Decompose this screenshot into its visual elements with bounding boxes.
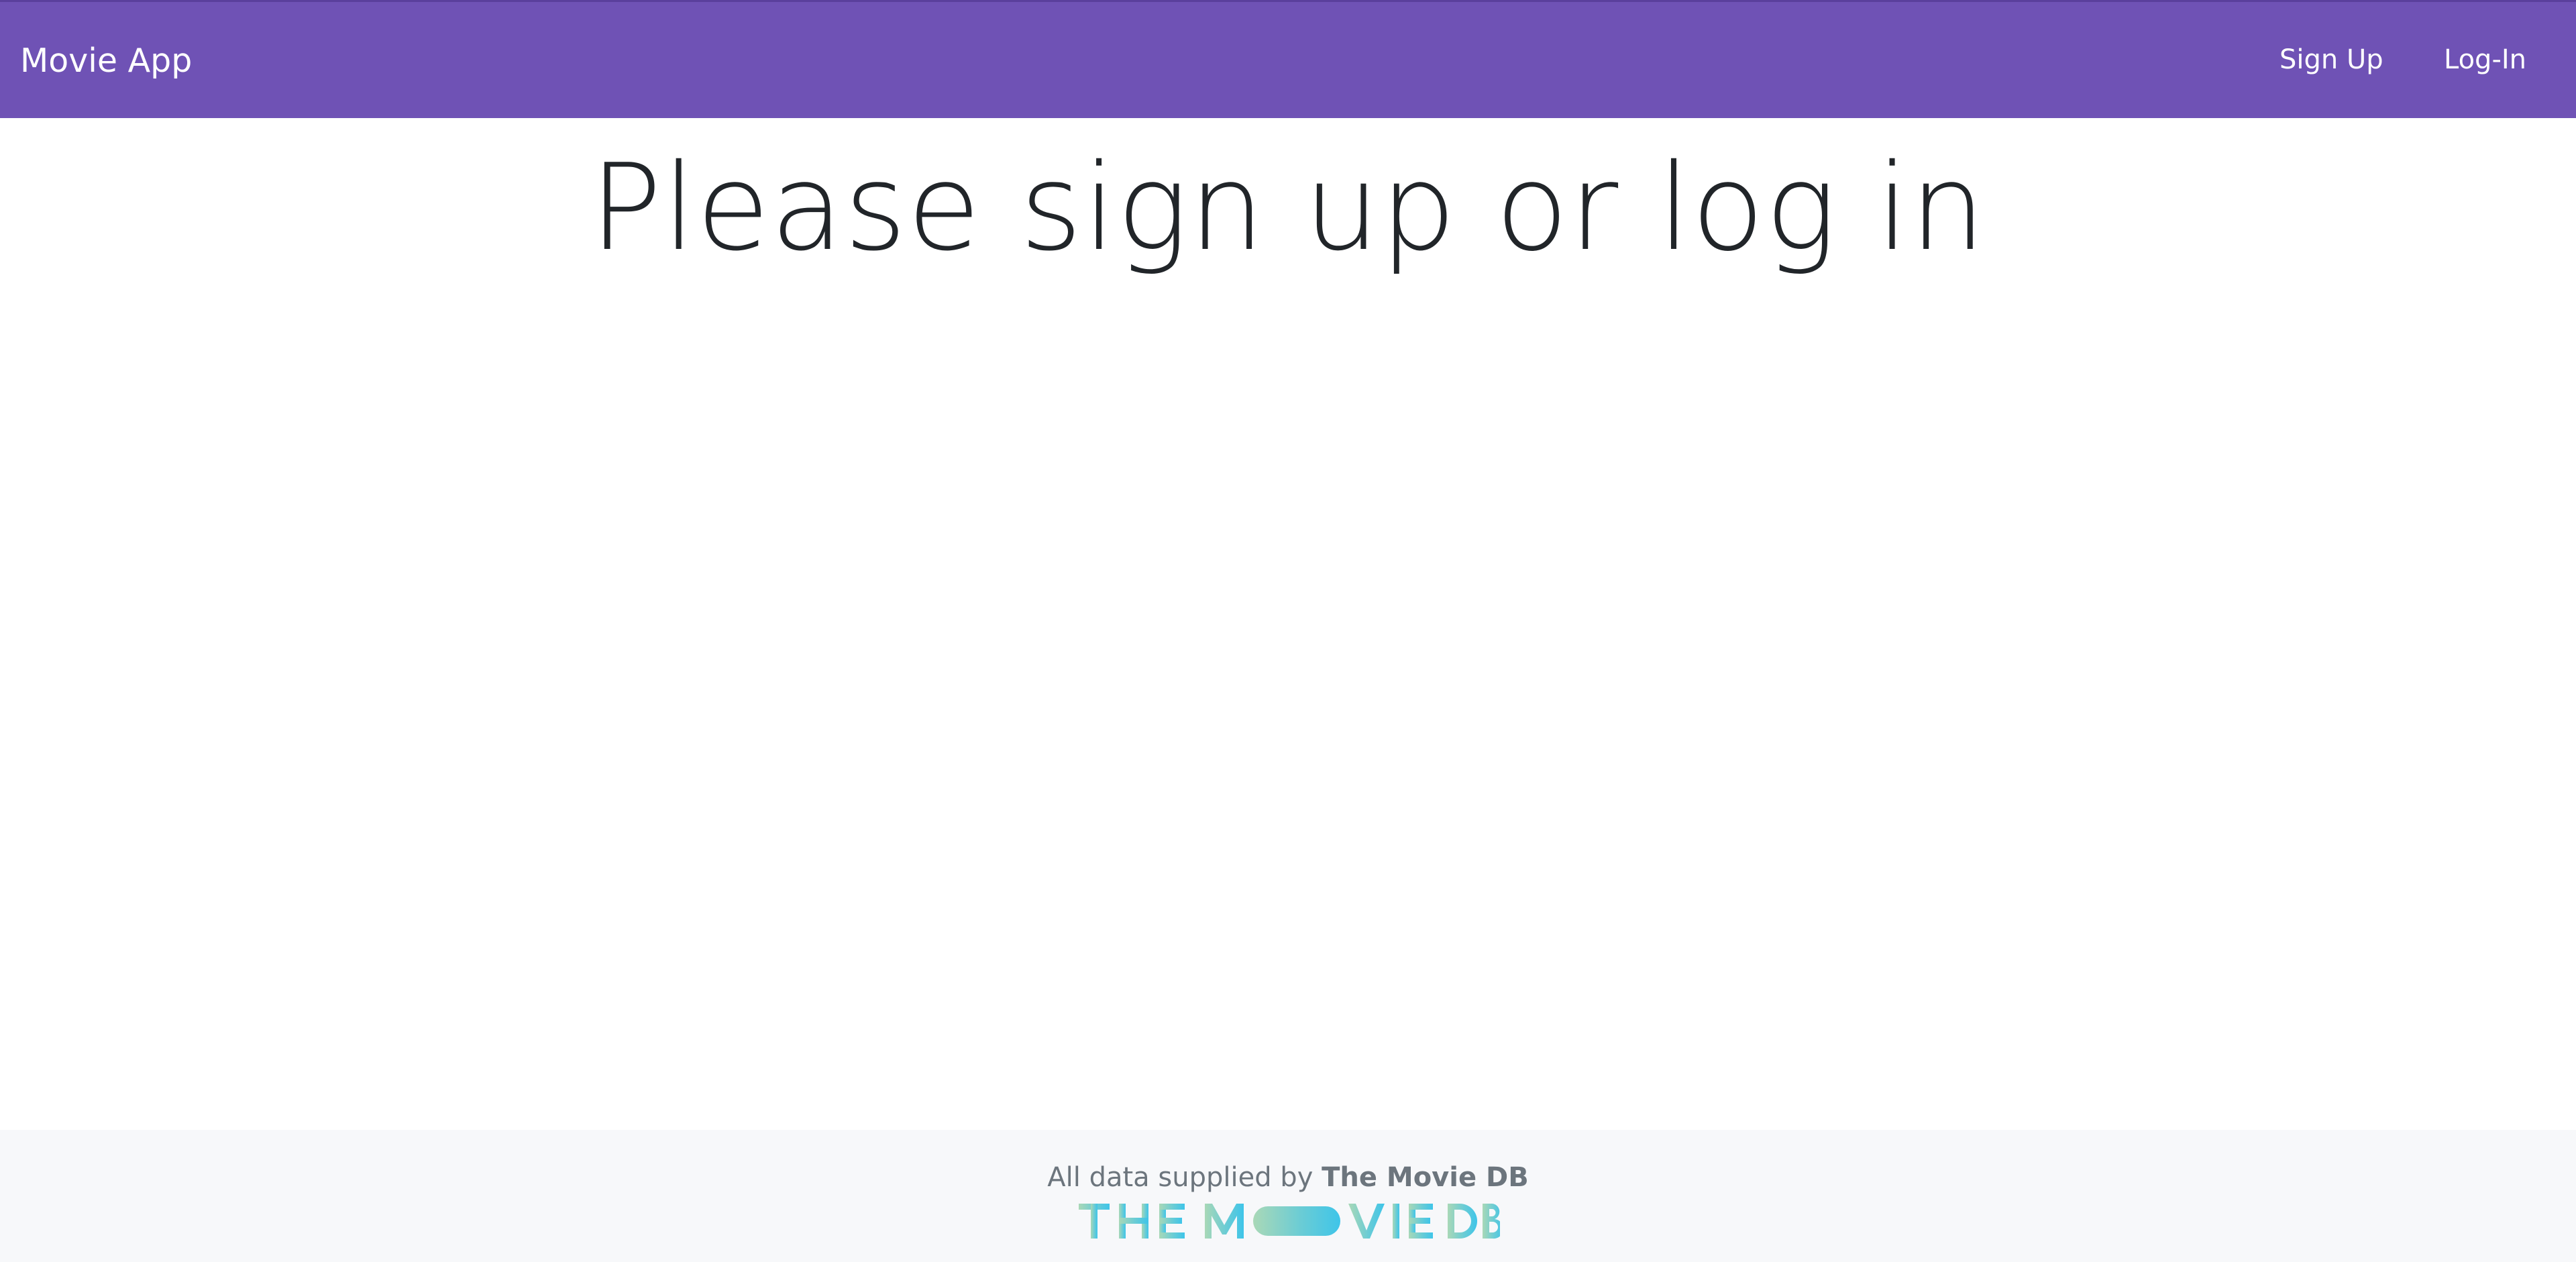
brand-link[interactable]: Movie App [20, 41, 192, 81]
data-credit: All data supplied by The Movie DB [0, 1161, 2576, 1194]
tmdb-logo [1079, 1204, 1500, 1239]
credit-prefix: All data supplied by [1047, 1162, 1322, 1193]
page-title: Please sign up or log in [590, 138, 1986, 277]
top-navbar: Movie App Sign Up Log-In [0, 0, 2576, 118]
log-in-link[interactable]: Log-In [2444, 42, 2526, 77]
footer: All data supplied by The Movie DB [0, 1130, 2576, 1262]
sign-up-link[interactable]: Sign Up [2279, 42, 2383, 77]
credit-source: The Movie DB [1322, 1162, 1529, 1193]
